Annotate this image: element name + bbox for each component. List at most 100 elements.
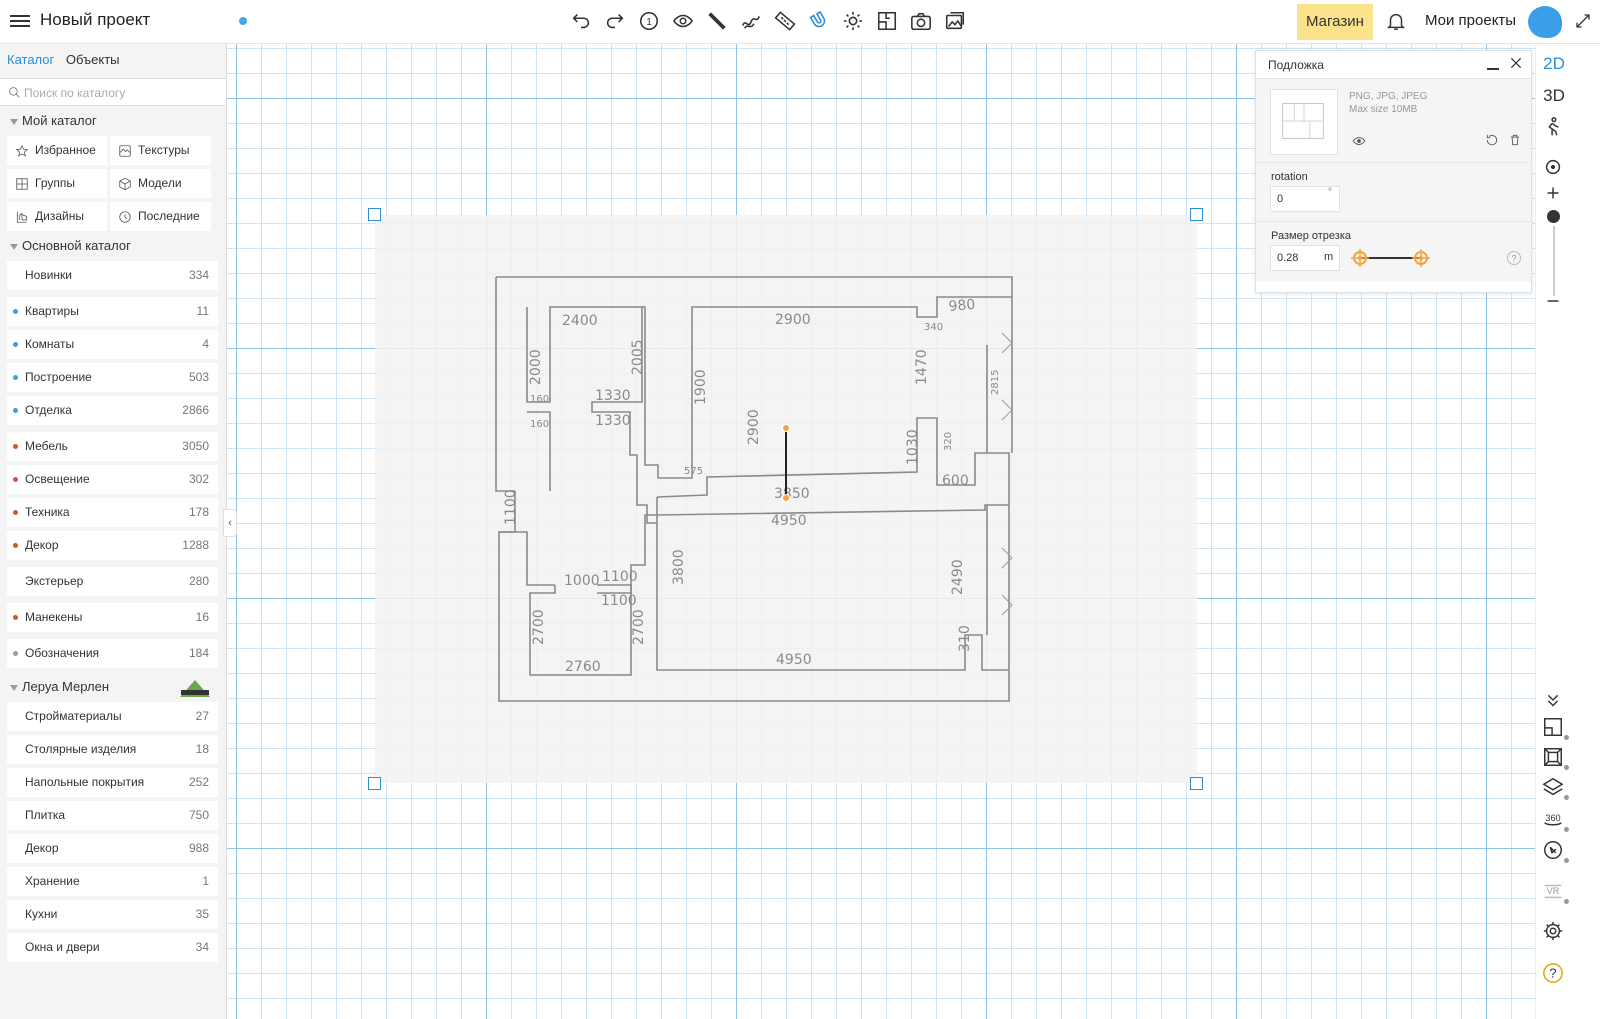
mini-dot <box>1564 795 1569 800</box>
zoom-in-icon[interactable] <box>1542 182 1566 206</box>
fullscreen-icon[interactable] <box>1574 12 1594 32</box>
zoom-slider-knob[interactable] <box>1547 210 1560 223</box>
wall-tool-icon[interactable] <box>702 6 732 36</box>
grid-icon <box>16 177 28 190</box>
catalog-list-item[interactable]: Столярные изделия 18 <box>7 735 218 764</box>
ruler-icon[interactable] <box>770 6 800 36</box>
target-start-icon[interactable] <box>1350 248 1370 268</box>
design-icon <box>16 211 28 223</box>
svg-text:1: 1 <box>646 17 652 28</box>
catalog-list-item[interactable]: Кухни 35 <box>7 900 218 929</box>
tab-catalog[interactable]: Каталог <box>7 52 54 67</box>
catalog-list-item[interactable]: Мебель 3050 <box>7 432 218 461</box>
catalog-list-item[interactable]: Декор 988 <box>7 834 218 863</box>
floorplan-icon[interactable] <box>1542 716 1569 740</box>
panorama-360-icon[interactable]: 360 <box>1542 808 1569 832</box>
zoom-out-icon[interactable] <box>1542 290 1566 314</box>
catalog-list-item[interactable]: Стройматериалы 27 <box>7 702 218 731</box>
view-3d-button[interactable]: 3D <box>1539 86 1569 106</box>
section-title: Леруа Мерлен <box>22 679 110 694</box>
catalog-list-item[interactable]: Хранение 1 <box>7 867 218 896</box>
sidebar-collapse-handle[interactable]: ‹ <box>223 509 237 537</box>
sketch-dimension-label: 2700 <box>631 609 647 645</box>
shop-button[interactable]: Магазин <box>1297 4 1373 40</box>
catalog-list-item[interactable]: Окна и двери 34 <box>7 933 218 962</box>
collapse-triangle-icon <box>10 243 18 250</box>
minimize-icon[interactable] <box>1487 68 1499 70</box>
my-catalog-favorites[interactable]: Избранное <box>7 136 107 165</box>
category-dot <box>13 342 18 347</box>
item-count: 184 <box>188 646 209 660</box>
segment-start-point[interactable] <box>782 424 790 432</box>
catalog-list-item[interactable]: Отделка 2866 <box>7 396 218 425</box>
catalog-list-item[interactable]: Манекены 16 <box>7 603 218 632</box>
segment-end-point[interactable] <box>782 494 790 502</box>
item-count: 302 <box>188 472 209 486</box>
catalog-list-item[interactable]: Декор 1288 <box>7 531 218 560</box>
target-end-icon[interactable] <box>1411 248 1431 268</box>
room-icon[interactable] <box>1542 746 1569 770</box>
catalog-list-item[interactable]: Освещение 302 <box>7 465 218 494</box>
catalog-list-item[interactable]: Напольные покрытия 252 <box>7 768 218 797</box>
help-icon[interactable]: ? <box>1506 250 1522 266</box>
walk-icon[interactable] <box>1542 116 1566 140</box>
light-icon[interactable] <box>838 6 868 36</box>
curve-tool-icon[interactable] <box>736 6 766 36</box>
my-catalog-designs[interactable]: Дизайны <box>7 202 107 231</box>
item-count: 178 <box>188 505 209 519</box>
leroy-header[interactable]: Леруа Мерлен <box>0 672 226 702</box>
underlay-resize-handle-bl[interactable] <box>368 777 381 790</box>
underlay-resize-handle-tl[interactable] <box>368 208 381 221</box>
my-catalog-groups[interactable]: Группы <box>7 169 107 198</box>
magnet-icon[interactable] <box>804 6 834 36</box>
menu-icon[interactable] <box>10 12 30 30</box>
project-title[interactable]: Новый проект <box>40 10 150 30</box>
avatar[interactable] <box>1528 6 1562 38</box>
zoom-slider-track[interactable] <box>1553 226 1555 296</box>
chevron-down-icon[interactable] <box>1542 689 1566 713</box>
trash-icon[interactable] <box>1508 133 1524 149</box>
eye-icon[interactable] <box>1352 134 1368 150</box>
plan-view-icon[interactable] <box>872 6 902 36</box>
my-catalog-models[interactable]: Модели <box>110 169 211 198</box>
catalog-list-item[interactable]: Комнаты 4 <box>7 330 218 359</box>
segment-measure-line[interactable] <box>785 428 787 498</box>
close-icon[interactable] <box>1508 55 1526 73</box>
reset-icon[interactable] <box>1485 133 1501 149</box>
underlay-resize-handle-br[interactable] <box>1190 777 1203 790</box>
my-catalog-header[interactable]: Мой каталог <box>0 106 226 136</box>
catalog-list-item[interactable]: Экстерьер 280 <box>7 567 218 596</box>
cell-label: Последние <box>138 209 200 223</box>
eye-icon[interactable] <box>668 6 698 36</box>
catalog-list-item[interactable]: Квартиры 11 <box>7 297 218 326</box>
view-2d-button[interactable]: 2D <box>1539 54 1569 74</box>
floor-1-icon[interactable]: 1 <box>634 6 664 36</box>
underlay-thumbnail[interactable] <box>1270 89 1338 155</box>
zoom-reset-icon[interactable] <box>1542 156 1566 180</box>
redo-icon[interactable] <box>600 6 630 36</box>
camera-icon[interactable] <box>906 6 936 36</box>
undo-icon[interactable] <box>566 6 596 36</box>
bell-icon[interactable] <box>1385 10 1409 34</box>
my-catalog-recent[interactable]: Последние <box>110 202 211 231</box>
help-icon[interactable]: ? <box>1542 962 1566 986</box>
catalog-list-item[interactable]: Техника 178 <box>7 498 218 527</box>
search-input[interactable] <box>24 83 214 103</box>
vr-icon[interactable]: VR <box>1542 880 1569 904</box>
sketch-door-marks <box>1001 332 1013 616</box>
catalog-list-item[interactable]: Плитка 750 <box>7 801 218 830</box>
underlay-resize-handle-tr[interactable] <box>1190 208 1203 221</box>
sketch-dimension-label: 1330 <box>595 388 631 404</box>
tab-objects[interactable]: Объекты <box>66 52 120 67</box>
main-catalog-header[interactable]: Основной каталог <box>0 231 226 261</box>
my-projects-link[interactable]: Мои проекты <box>1425 12 1516 29</box>
layers-icon[interactable] <box>1542 776 1569 800</box>
catalog-list-item[interactable]: Новинки 334 <box>7 261 218 290</box>
item-label: Комнаты <box>25 337 75 351</box>
catalog-list-item[interactable]: Построение 503 <box>7 363 218 392</box>
gallery-icon[interactable] <box>940 6 970 36</box>
my-catalog-textures[interactable]: Текстуры <box>110 136 211 165</box>
catalog-list-item[interactable]: Обозначения 184 <box>7 639 218 668</box>
gear-icon[interactable] <box>1542 920 1566 944</box>
compass-icon[interactable] <box>1542 839 1569 863</box>
